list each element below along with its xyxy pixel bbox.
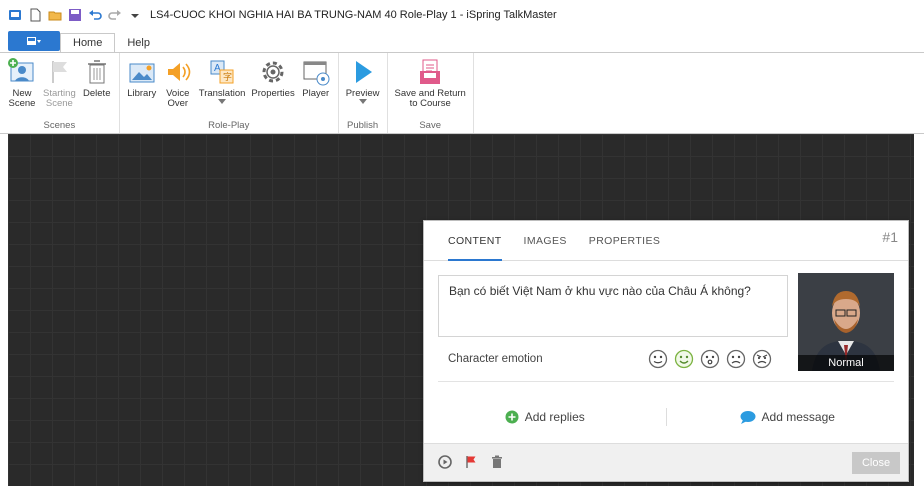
file-menu-button[interactable] (8, 31, 60, 51)
add-replies-label: Add replies (524, 410, 585, 424)
quick-access-toolbar (8, 8, 142, 22)
svg-text:字: 字 (223, 71, 232, 82)
emotion-sad-icon[interactable] (726, 349, 746, 369)
new-scene-button[interactable]: New Scene (4, 53, 40, 119)
group-label-roleplay: Role-Play (208, 120, 250, 131)
translation-button[interactable]: A字 Translation (196, 53, 249, 119)
save-return-label: Save and Return to Course (394, 88, 466, 109)
play-icon (348, 57, 378, 87)
scene-panel: CONTENT IMAGES PROPERTIES #1 Bạn có biết… (423, 220, 909, 482)
translation-icon: A字 (207, 57, 237, 87)
chevron-down-icon (358, 99, 367, 104)
chevron-down-icon (218, 99, 227, 104)
window-title: LS4-CUOC KHOI NGHIA HAI BA TRUNG-NAM 40 … (150, 9, 557, 21)
tab-home[interactable]: Home (60, 33, 116, 53)
voice-over-label: Voice Over (166, 88, 190, 109)
starting-scene-label: Starting Scene (43, 88, 76, 109)
group-label-publish: Publish (347, 120, 379, 131)
player-icon (301, 57, 331, 87)
new-scene-icon (7, 57, 37, 87)
new-scene-label: New Scene (8, 88, 36, 109)
open-folder-icon[interactable] (48, 8, 62, 22)
add-message-label: Add message (761, 410, 835, 424)
library-button[interactable]: Library (124, 53, 160, 119)
flag-icon[interactable] (464, 455, 478, 469)
delete-label: Delete (83, 88, 111, 99)
character-state-label: Normal (798, 355, 894, 371)
scene-number: #1 (882, 229, 898, 245)
play-circle-icon[interactable] (438, 455, 452, 469)
player-label: Player (302, 88, 330, 99)
properties-label: Properties (251, 88, 295, 99)
save-return-button[interactable]: Save and Return to Course (392, 53, 469, 119)
panel-footer: Close (424, 443, 908, 481)
undo-icon[interactable] (88, 8, 102, 22)
panel-divider (438, 381, 894, 382)
new-file-icon[interactable] (28, 8, 42, 22)
trash-icon[interactable] (490, 455, 504, 469)
footer-icons (438, 455, 504, 469)
flag-icon (44, 57, 74, 87)
starting-scene-button[interactable]: Starting Scene (40, 53, 79, 119)
customize-toolbar-icon[interactable] (128, 8, 142, 22)
library-label: Library (127, 88, 157, 99)
tab-help[interactable]: Help (115, 34, 162, 52)
image-library-icon (127, 57, 157, 87)
emotion-neutral-icon[interactable] (648, 349, 668, 369)
file-menu-icon (27, 37, 41, 45)
app-icon (8, 8, 22, 22)
character-emotion-label: Character emotion (448, 353, 543, 365)
add-circle-icon (505, 410, 519, 424)
message-input[interactable]: Bạn có biết Việt Nam ở khu vực nào của C… (438, 275, 788, 337)
group-roleplay: Library Voice Over A字 Translation Proper… (120, 53, 339, 133)
speaker-icon (163, 57, 193, 87)
emotion-happy-icon[interactable] (674, 349, 694, 369)
character-avatar[interactable]: Normal (798, 273, 894, 371)
add-replies-button[interactable]: Add replies (424, 410, 666, 424)
preview-label: Preview (345, 88, 380, 99)
trash-icon (82, 57, 112, 87)
redo-icon[interactable] (108, 8, 122, 22)
group-save: Save and Return to Course Save (388, 53, 474, 133)
preview-button[interactable]: Preview (343, 53, 383, 119)
group-publish: Preview Publish (339, 53, 388, 133)
title-bar: LS4-CUOC KHOI NGHIA HAI BA TRUNG-NAM 40 … (0, 0, 924, 30)
save-return-icon (415, 57, 445, 87)
gear-icon (258, 57, 288, 87)
scene-actions: Add replies Add message (424, 393, 908, 441)
add-message-button[interactable]: Add message (667, 410, 909, 424)
player-button[interactable]: Player (298, 53, 334, 119)
emotion-angry-icon[interactable] (752, 349, 772, 369)
tab-content[interactable]: CONTENT (448, 221, 502, 261)
group-scenes: New Scene Starting Scene Delete Scenes (0, 53, 120, 133)
tab-properties[interactable]: PROPERTIES (589, 221, 661, 261)
ribbon: New Scene Starting Scene Delete Scenes L… (0, 52, 924, 134)
translation-label: Translation (198, 88, 246, 99)
ribbon-tabs: Home Help (0, 30, 924, 53)
group-label-save: Save (419, 120, 441, 131)
close-button[interactable]: Close (852, 452, 900, 474)
save-icon[interactable] (68, 8, 82, 22)
delete-button[interactable]: Delete (79, 53, 115, 119)
tab-images[interactable]: IMAGES (524, 221, 567, 261)
voice-over-button[interactable]: Voice Over (160, 53, 196, 119)
speech-bubble-icon (740, 411, 756, 424)
emotion-surprised-icon[interactable] (700, 349, 720, 369)
properties-button[interactable]: Properties (248, 53, 297, 119)
group-label-scenes: Scenes (43, 120, 76, 131)
panel-tabs: CONTENT IMAGES PROPERTIES (424, 221, 908, 261)
emotion-selector (648, 349, 772, 369)
